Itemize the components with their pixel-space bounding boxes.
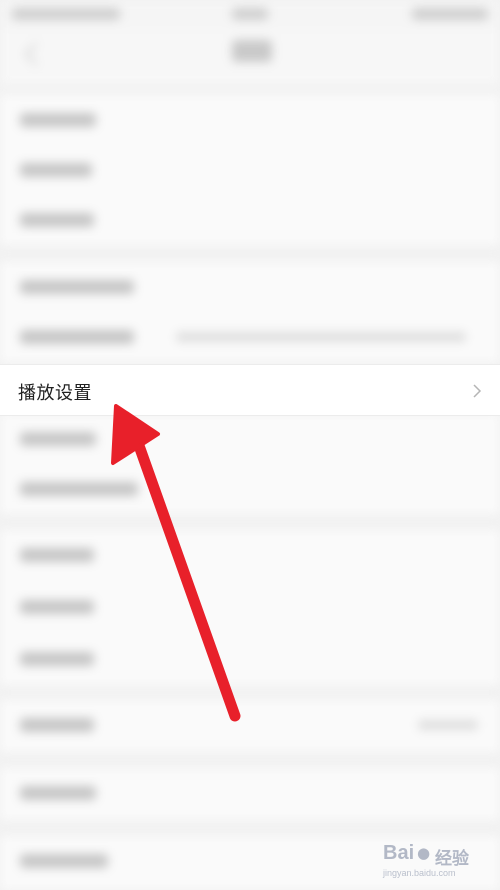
watermark-brand: Bai: [383, 842, 415, 864]
watermark-site: jingyan.baidu.com: [383, 868, 456, 878]
red-pointer-arrow-icon: [111, 404, 241, 722]
watermark-suffix: 经验: [435, 849, 469, 868]
paw-icon: ●: [417, 844, 431, 862]
watermark: Bai ● 经验 jingyan.baidu.com: [383, 838, 493, 884]
